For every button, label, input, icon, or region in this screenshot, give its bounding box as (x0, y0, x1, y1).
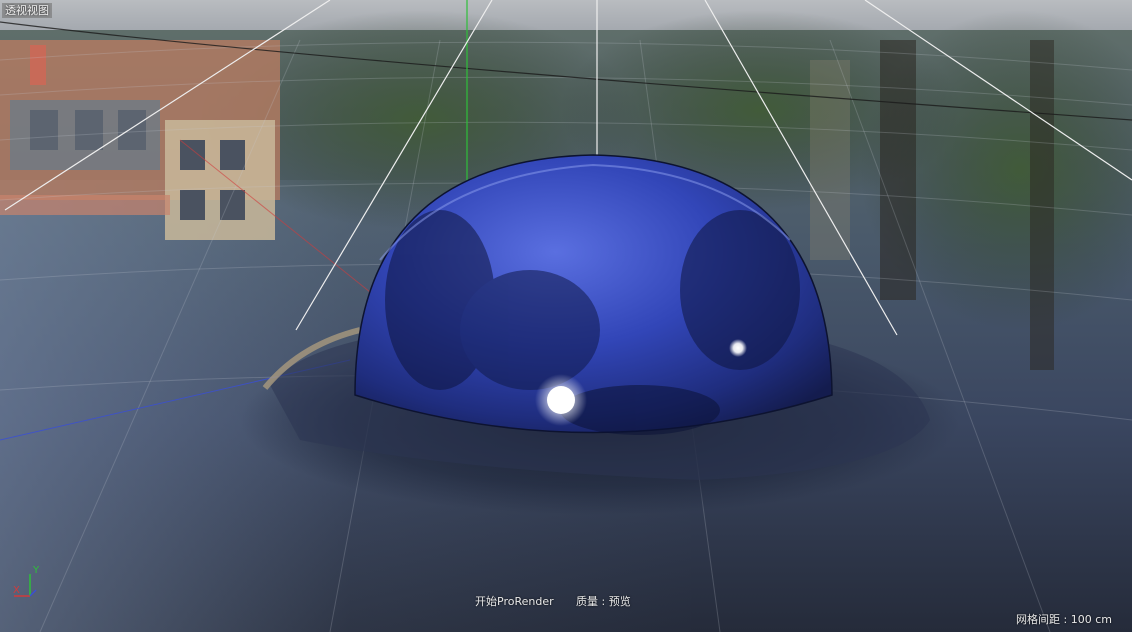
sun-glint-icon (729, 339, 747, 357)
sun-glow-icon (535, 374, 587, 426)
gizmo-z-axis (29, 589, 37, 597)
trunk-reflection (880, 40, 916, 300)
viewport-scene[interactable] (0, 0, 1132, 632)
viewport-title[interactable]: 透视视图 (2, 3, 52, 18)
grid-spacing-label: 网格间距 : 100 cm (1016, 613, 1112, 626)
axis-gizmo: Y X (13, 565, 40, 597)
trunk-reflection (810, 60, 850, 260)
gizmo-x-label: X (13, 585, 20, 596)
building-reflection (0, 40, 280, 240)
trunk-reflection (1030, 40, 1054, 370)
render-start-button[interactable]: 开始ProRender (475, 595, 554, 609)
gizmo-y-label: Y (32, 565, 40, 576)
render-quality-label: 质量 : 预览 (576, 595, 631, 608)
perspective-viewport[interactable]: 透视视图 开始ProRender 质量 : 预览 网格间距 : 100 cm Y… (0, 0, 1132, 632)
